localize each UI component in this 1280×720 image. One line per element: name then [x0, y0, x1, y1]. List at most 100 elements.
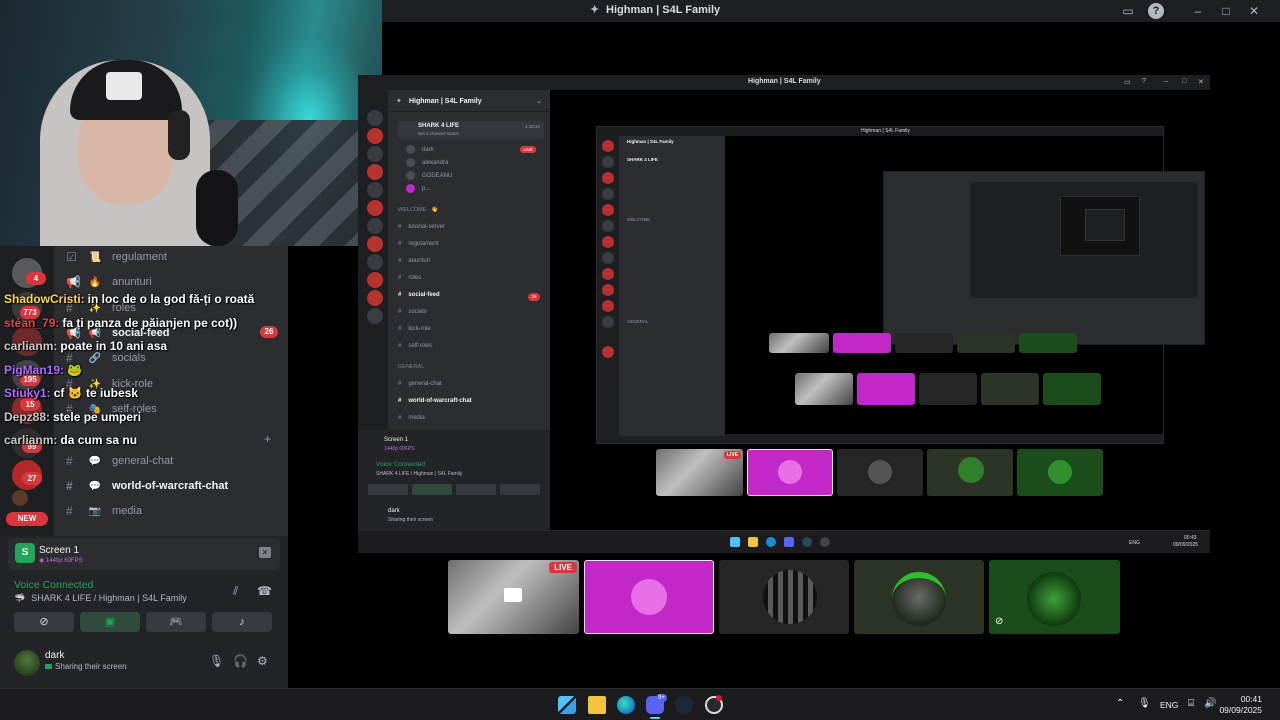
share-title: Screen 1	[39, 545, 80, 556]
settings-gear-icon[interactable]: ⚙	[257, 654, 268, 668]
windows-taskbar: 9+ ⌃ 🎙 ENG ⌸ 🔊 00:41 09/09/2025	[0, 688, 1280, 720]
soundboard-icon	[500, 484, 540, 495]
channel-row: # media	[398, 415, 425, 421]
taskbar-clock[interactable]: 00:41 09/09/2025	[1219, 694, 1262, 716]
stream-tile	[837, 449, 923, 496]
screen-share-button[interactable]: ▣	[80, 612, 140, 632]
nested-title: Highman | S4L Family	[748, 78, 821, 85]
webcam-overlay	[0, 0, 382, 246]
voice-timer: 4:38:36	[524, 124, 540, 129]
headphones	[168, 110, 190, 160]
camera-off-button[interactable]: ⊘	[14, 612, 74, 632]
nested-stream-window-level2: Highman | S4L Family Highman | S4L Famil…	[596, 126, 1205, 444]
voice-channel-path[interactable]: SHARK 4 LIFE / Highman | S4L Family	[31, 593, 187, 604]
channel-item-regulament[interactable]: ☑ 📜 regulament	[66, 250, 167, 264]
minimize-button[interactable]: –	[1190, 3, 1206, 19]
voice-panel: S Screen 1 ◉ 1440p 60FPS ✕ Voice Connect…	[0, 536, 288, 688]
close-button[interactable]: ✕	[1246, 3, 1262, 19]
windows-start-icon[interactable]	[558, 696, 576, 714]
network-icon[interactable]: ⌸	[1188, 698, 1194, 709]
username[interactable]: dark	[45, 650, 64, 661]
stream-tile-alexandra[interactable]	[584, 560, 714, 634]
stream-tile	[1043, 373, 1101, 405]
hash-icon: #	[398, 398, 402, 404]
chat-username: carlianm:	[4, 339, 58, 353]
server-icon[interactable]	[12, 490, 28, 506]
screen-share-icon: S	[15, 543, 35, 563]
server-icon	[367, 308, 383, 324]
avatar	[406, 158, 415, 167]
channel-name: self-roles	[408, 343, 433, 349]
channel-item-anunturi[interactable]: 📢 🔥 anunturi	[66, 275, 152, 289]
avatar[interactable]	[14, 650, 40, 676]
nested-share-title: Screen 1	[384, 437, 409, 443]
nested-time: 00:43	[1184, 535, 1197, 541]
language-indicator[interactable]: ENG	[1160, 700, 1178, 710]
file-explorer-icon[interactable]	[588, 696, 606, 714]
microphone-icon[interactable]: 🎙	[1138, 698, 1151, 709]
server-icon	[602, 220, 614, 232]
live-badge: LIVE	[549, 562, 577, 573]
screen: ✦ Highman | S4L Family ▭ ? – □ ✕ 4 773 1…	[0, 0, 1280, 720]
hash-icon: #	[398, 309, 402, 315]
server-icon	[367, 218, 383, 234]
server-icon	[367, 110, 383, 126]
stream-tile-member[interactable]	[854, 560, 984, 634]
windows-icon	[730, 537, 740, 547]
screen-share-card[interactable]: S Screen 1 ◉ 1440p 60FPS ✕	[8, 538, 280, 570]
voice-connected-label[interactable]: Voice Connected	[14, 579, 93, 591]
volume-icon[interactable]: 🔊	[1204, 698, 1216, 709]
chat-username: PigMan19:	[4, 362, 65, 377]
stream-tile-godeanu[interactable]	[719, 560, 849, 634]
hash-icon: #	[66, 479, 73, 493]
member-name: alexandra	[422, 159, 449, 166]
activities-icon	[456, 484, 496, 495]
server-icon	[367, 200, 383, 216]
channel-item-media[interactable]: # 📷 media	[66, 504, 142, 518]
disconnect-icon[interactable]: ☎	[257, 584, 272, 598]
member-row: GODEANU	[406, 171, 452, 180]
stream-tile	[981, 373, 1039, 405]
steam-icon[interactable]	[675, 696, 693, 714]
maximize-button[interactable]: □	[1218, 3, 1234, 19]
channel-item-world-of-warcraft-chat[interactable]: # 💬 world-of-warcraft-chat	[66, 479, 228, 493]
server-icon	[602, 316, 614, 328]
headphones-icon[interactable]: 🎧	[233, 654, 248, 668]
help-icon[interactable]: ?	[1148, 3, 1164, 19]
nested-share-quality: 1440p 60FPS	[384, 446, 415, 452]
mini-titlebar: Highman | S4L Family	[597, 127, 1163, 136]
chat-message: Stiuky1: cf 🐱 te iubesk	[4, 386, 324, 410]
soundboard-button[interactable]: ♪	[212, 612, 272, 632]
noise-suppression-icon[interactable]: ⫽	[233, 584, 238, 599]
stop-share-icon[interactable]: ✕	[259, 547, 271, 558]
channel-name: media	[112, 505, 142, 517]
server-icon	[602, 300, 614, 312]
selection-outline	[584, 560, 714, 634]
stream-tile: LIVE	[656, 449, 743, 496]
microphone-icon[interactable]: 🎙	[209, 654, 224, 668]
activities-button[interactable]: 🎮	[146, 612, 206, 632]
server-badge: 4	[26, 272, 46, 285]
cap-logo	[106, 72, 142, 100]
channel-emoji: 📷	[88, 505, 102, 517]
new-unreads-pill[interactable]: NEW	[6, 512, 48, 526]
chat-text: fa ți panza de păianjen pe cot))	[62, 315, 238, 330]
channel-row: # socials	[398, 309, 427, 315]
member-row: dark	[406, 145, 434, 154]
channel-row: # social-feed	[398, 292, 440, 298]
server-icon	[602, 236, 614, 248]
chevron-up-icon[interactable]: ⌃	[1116, 698, 1124, 709]
member-row: p...	[406, 184, 430, 193]
inbox-icon[interactable]: ▭	[1120, 3, 1136, 19]
edge-icon[interactable]	[617, 696, 635, 714]
channel-name: roles	[408, 275, 422, 281]
hash-icon: #	[398, 343, 402, 349]
voice-channel-name: SHARK 4 LIFE	[418, 123, 460, 129]
channel-emoji: 🔥	[88, 276, 102, 288]
mini-stage	[725, 136, 1205, 434]
nested-stream-window-level3	[883, 171, 1205, 345]
stream-tile-member2[interactable]: ⊘	[989, 560, 1120, 634]
mini-category: WELCOME	[627, 217, 651, 222]
chat-message: ShadowCristi: in loc de o la god fă-ți o …	[4, 292, 324, 316]
stream-tile-dark[interactable]: LIVE	[448, 560, 579, 634]
